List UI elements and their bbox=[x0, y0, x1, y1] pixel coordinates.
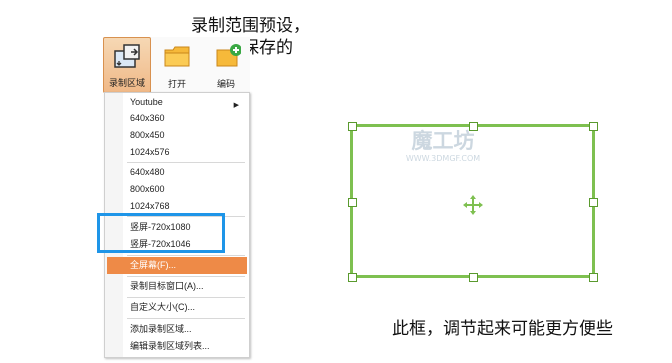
menu-item-800x450[interactable]: 800x450 bbox=[130, 127, 165, 144]
resize-handle-bottom[interactable] bbox=[469, 273, 478, 282]
menu-item-640x360[interactable]: 640x360 bbox=[130, 110, 165, 127]
menu-item-youtube[interactable]: Youtube ▶ bbox=[130, 94, 245, 111]
record-region-button[interactable]: 录制区域 bbox=[103, 37, 151, 93]
resize-handle-top-left[interactable] bbox=[348, 122, 357, 131]
menu-item-record-target-window[interactable]: 录制目标窗口(A)... bbox=[130, 278, 204, 295]
menu-item-fullscreen[interactable]: 全屏幕(F)... bbox=[130, 257, 176, 274]
edit-icon bbox=[216, 44, 241, 67]
open-label: 打开 bbox=[167, 79, 186, 89]
menu-separator bbox=[127, 318, 245, 319]
watermark-line2: WWW.3DMGF.COM bbox=[406, 154, 480, 163]
edit-label: 编码 bbox=[216, 79, 235, 89]
resize-handle-top-right[interactable] bbox=[589, 122, 598, 131]
resize-handle-right[interactable] bbox=[589, 198, 598, 207]
callout-presets-line1: 录制范围预设， bbox=[191, 16, 310, 36]
watermark-logo: 魔工坊 WWW.3DMGF.COM bbox=[406, 129, 480, 163]
callout-frame-note: 此框，调节起来可能更方便些 bbox=[392, 319, 613, 339]
menu-item-custom-size[interactable]: 自定义大小(C)... bbox=[130, 299, 195, 316]
submenu-arrow-icon: ▶ bbox=[233, 102, 239, 109]
record-region-label: 录制区域 bbox=[108, 78, 145, 88]
menu-separator bbox=[127, 297, 245, 298]
resize-handle-bottom-right[interactable] bbox=[589, 273, 598, 282]
menu-item-label: Youtube bbox=[130, 97, 163, 107]
folder-open-icon bbox=[164, 46, 190, 67]
menu-item-edit-region-list[interactable]: 编辑录制区域列表... bbox=[130, 338, 210, 355]
menu-item-add-region[interactable]: 添加录制区域... bbox=[130, 321, 192, 338]
menu-item-640x480[interactable]: 640x480 bbox=[130, 164, 165, 181]
move-cross-icon[interactable] bbox=[462, 194, 484, 216]
menu-item-800x600[interactable]: 800x600 bbox=[130, 181, 165, 198]
menu-highlight bbox=[107, 257, 247, 274]
resize-handle-left[interactable] bbox=[348, 198, 357, 207]
menu-separator bbox=[127, 255, 245, 256]
open-button[interactable]: 打开 bbox=[153, 37, 201, 93]
menu-separator bbox=[127, 162, 245, 163]
edit-button[interactable]: 编码 bbox=[202, 37, 250, 93]
record-region-icon bbox=[114, 44, 140, 68]
resize-handle-bottom-left[interactable] bbox=[348, 273, 357, 282]
menu-separator bbox=[127, 276, 245, 277]
menu-item-1024x576[interactable]: 1024x576 bbox=[130, 144, 170, 161]
toolbar: 录制区域 打开 编码 bbox=[103, 37, 250, 93]
portrait-presets-callout-box bbox=[97, 213, 225, 253]
watermark-line1: 魔工坊 bbox=[412, 129, 475, 153]
